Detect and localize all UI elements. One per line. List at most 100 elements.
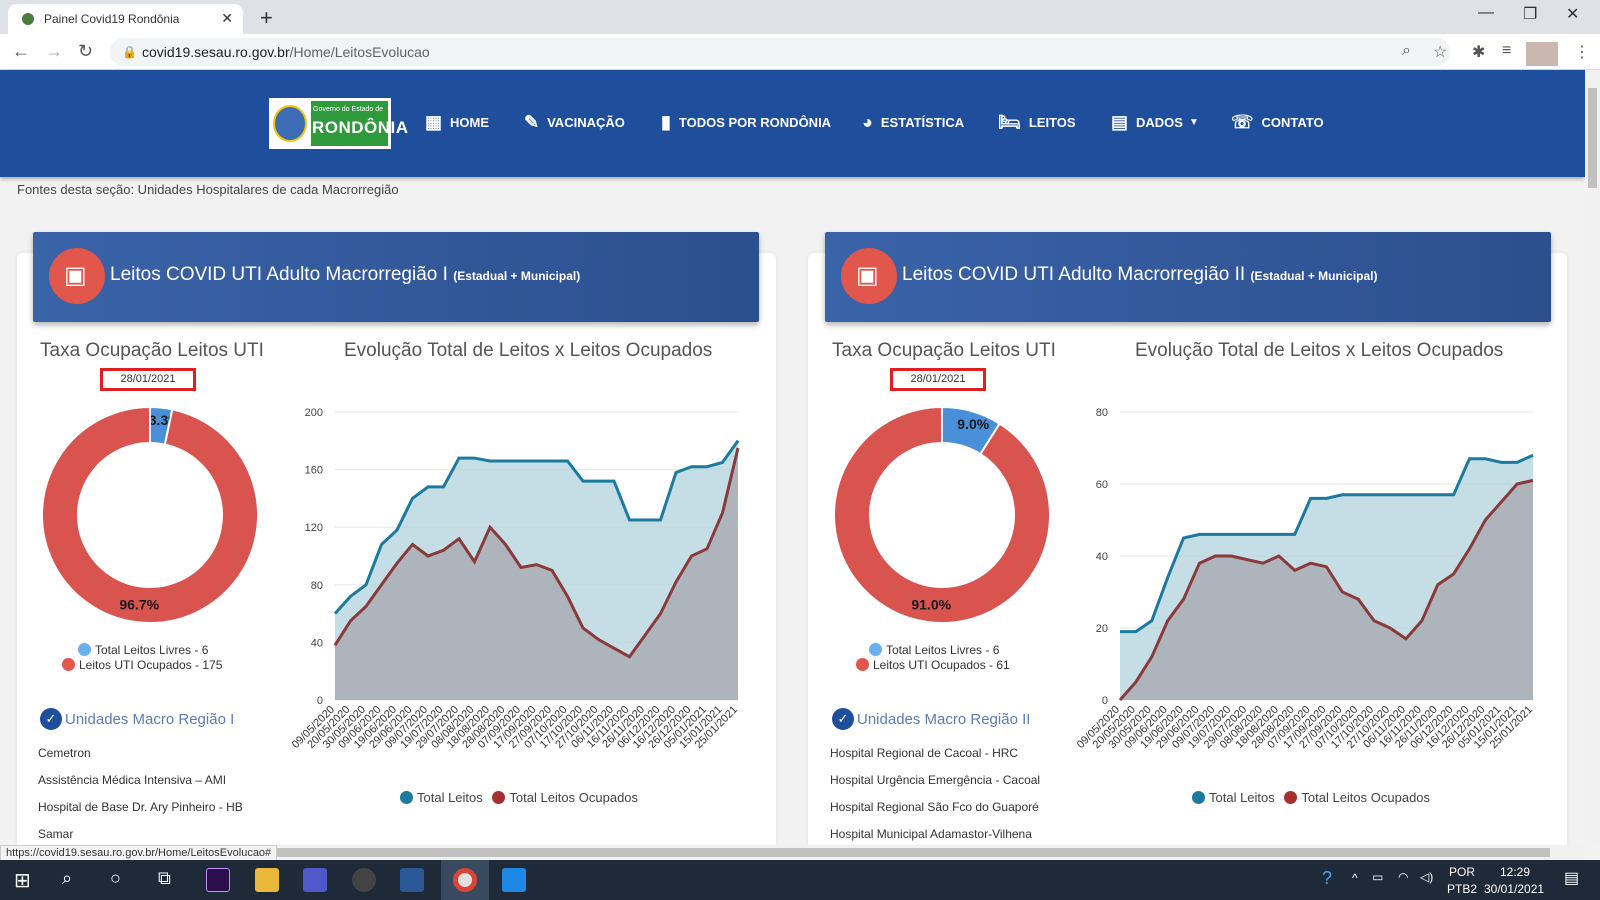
nav-todos[interactable]: ▮ TODOS POR RONDÔNIA	[661, 112, 831, 133]
vertical-scrollbar[interactable]	[1585, 70, 1600, 845]
occ-line-swatch	[492, 791, 506, 804]
legend-total[interactable]: Total Leitos	[417, 790, 483, 805]
taskbar	[0, 860, 1600, 900]
free-swatch	[78, 643, 91, 656]
list-item: Hospital Urgência Emergência - Cacoal	[830, 773, 1041, 787]
list-item: Assistência Médica Intensiva – AMI	[38, 773, 227, 787]
url-path: /Home/LeitosEvolucao	[289, 44, 430, 60]
legend-occupied[interactable]: Total Leitos Ocupados	[1301, 790, 1430, 805]
nav-dados[interactable]: ▤ DADOS ▼	[1111, 112, 1199, 133]
date-box: 28/01/2021	[890, 368, 986, 391]
lang-primary[interactable]: POR	[1449, 865, 1475, 879]
units-list: Cemetron Assistência Médica Intensiva – …	[38, 746, 243, 854]
minimize-icon[interactable]: —	[1478, 4, 1494, 22]
volume-icon[interactable]: ◁)	[1420, 870, 1433, 884]
line-chart: 02040608009/05/202020/05/202030/05/20200…	[1075, 407, 1535, 751]
panel-header-2: ▣ Leitos COVID UTI Adulto Macrorregião I…	[825, 232, 1551, 322]
restore-icon[interactable]: ❐	[1523, 4, 1537, 24]
premiere-icon[interactable]	[206, 868, 230, 892]
clock-date[interactable]: 30/01/2021	[1484, 882, 1544, 896]
new-tab-icon[interactable]: +	[260, 5, 273, 31]
hospital-icon: ▣	[49, 248, 105, 304]
date-box: 28/01/2021	[100, 368, 196, 391]
notifications-icon[interactable]: ▤	[1564, 868, 1579, 888]
y-tick-label: 0	[317, 695, 323, 707]
donut-legend: Total Leitos Livres - 6 Leitos UTI Ocupa…	[62, 643, 222, 673]
grid-icon: ▦	[425, 112, 443, 132]
star-icon[interactable]: ☆	[1433, 42, 1447, 62]
forward-icon[interactable]: →	[45, 41, 63, 62]
phone-icon: ☏	[1231, 112, 1254, 132]
browser-tab[interactable]: Painel Covid19 Rondônia ✕	[8, 4, 243, 34]
network-icon[interactable]: ▭	[1372, 870, 1383, 884]
panel-title: Leitos COVID UTI Adulto Macrorregião II	[902, 264, 1246, 285]
url-host: covid19.sesau.ro.gov.br	[142, 44, 290, 60]
units-list: Hospital Regional de Cacoal - HRC Hospit…	[830, 746, 1040, 854]
donut-title: Taxa Ocupação Leitos UTI	[832, 340, 1056, 361]
donut-title: Taxa Ocupação Leitos UTI	[40, 340, 264, 361]
teams-icon[interactable]	[303, 868, 327, 892]
occ-label: Leitos UTI Ocupados - 175	[79, 658, 223, 672]
list-item: Cemetron	[38, 746, 91, 760]
units-title[interactable]: ✓ Unidades Macro Região II	[832, 708, 1030, 730]
app-icon[interactable]	[352, 868, 376, 892]
photos-icon[interactable]	[502, 868, 526, 892]
bed-icon: 🛏	[998, 112, 1021, 132]
y-tick-label: 40	[311, 637, 323, 649]
search-icon[interactable]: ⌕	[62, 868, 72, 889]
menu-icon[interactable]: ⋮	[1574, 42, 1590, 62]
cortana-icon[interactable]: ○	[110, 868, 121, 889]
nav-label: CONTATO	[1261, 115, 1324, 130]
donut-chart: 3.3%96.7%	[41, 405, 259, 624]
nav-contato[interactable]: ☏ CONTATO	[1231, 112, 1324, 133]
list-item: Hospital Regional São Fco do Guaporé	[830, 800, 1039, 814]
panel-subtitle: (Estadual + Municipal)	[1250, 269, 1378, 283]
y-tick-label: 60	[1096, 479, 1108, 491]
legend-occupied[interactable]: Total Leitos Ocupados	[509, 790, 638, 805]
back-icon[interactable]: ←	[12, 41, 30, 62]
scroll-thumb[interactable]	[1588, 88, 1597, 188]
legend-total[interactable]: Total Leitos	[1209, 790, 1275, 805]
lang-secondary[interactable]: PTB2	[1447, 882, 1477, 896]
wifi-icon[interactable]: ◠	[1398, 870, 1408, 884]
nav-estatistica[interactable]: ◕ ESTATÍSTICA	[862, 112, 964, 133]
pie-chart-icon: ◕	[862, 112, 873, 132]
list-item: Hospital Regional de Cacoal - HRC	[830, 746, 1019, 760]
avatar[interactable]	[1526, 42, 1558, 66]
syringe-icon: ✎	[524, 112, 540, 132]
reload-icon[interactable]: ↻	[78, 41, 93, 62]
y-tick-label: 200	[305, 407, 323, 419]
clock-time[interactable]: 12:29	[1500, 865, 1530, 879]
tab-title: Painel Covid19 Rondônia	[44, 12, 180, 26]
close-window-icon[interactable]: ✕	[1566, 4, 1579, 24]
task-view-icon[interactable]: ⧉	[158, 868, 171, 889]
panel-subtitle: (Estadual + Municipal)	[453, 269, 581, 283]
y-tick-label: 40	[1096, 551, 1108, 563]
nav-leitos[interactable]: 🛏 LEITOS	[998, 112, 1076, 133]
nav-label: HOME	[450, 115, 490, 130]
windows-start-icon[interactable]: ⊞	[14, 868, 31, 893]
media-icon[interactable]: ≡	[1502, 42, 1511, 60]
nav-vacinacao[interactable]: ✎ VACINAÇÃO	[524, 112, 625, 133]
occ-label: Leitos UTI Ocupados - 61	[873, 658, 1010, 672]
close-tab-icon[interactable]: ✕	[221, 10, 233, 27]
donut-chart: 9.0% 91.0%	[833, 405, 1051, 624]
word-icon[interactable]	[400, 868, 424, 892]
lock-icon: 🔒	[122, 45, 137, 59]
chevron-up-icon[interactable]: ^	[1352, 871, 1358, 885]
extensions-icon[interactable]: ✱	[1472, 42, 1485, 62]
units-title-text: Unidades Macro Região I	[65, 711, 235, 728]
help-icon[interactable]: ?	[1322, 868, 1332, 889]
logo-small-text: Governo do Estado de	[313, 106, 384, 113]
donut-legend: Total Leitos Livres - 6 Leitos UTI Ocupa…	[856, 643, 1010, 673]
nav-label: DADOS	[1136, 115, 1183, 130]
units-title[interactable]: ✓ Unidades Macro Região I	[40, 708, 234, 730]
url-input[interactable]: 🔒 covid19.sesau.ro.gov.br/Home/LeitosEvo…	[110, 38, 1450, 66]
logo[interactable]: Governo do Estado de RONDÔNIA	[269, 98, 408, 149]
file-explorer-icon[interactable]	[255, 868, 279, 892]
chrome-icon[interactable]	[453, 868, 477, 892]
nav-label: VACINAÇÃO	[547, 115, 625, 130]
nav-home[interactable]: ▦ HOME	[425, 112, 489, 133]
zoom-icon[interactable]: ⌕	[1402, 42, 1411, 60]
nav-label: TODOS POR RONDÔNIA	[678, 115, 832, 130]
